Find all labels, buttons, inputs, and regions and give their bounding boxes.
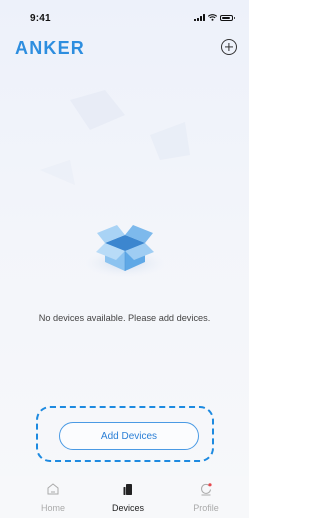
tab-devices-label: Devices [111, 503, 144, 513]
home-icon [47, 483, 59, 495]
tab-devices[interactable]: Devices [98, 476, 158, 518]
empty-state-message: No devices available. Please add devices… [38, 313, 211, 323]
anker-logo: ANKER [15, 38, 86, 58]
tab-home-label: Home [40, 503, 65, 513]
add-devices-button[interactable]: Add Devices [59, 422, 199, 450]
devices-screen: 9:41 ANKER No devices available. Please … [0, 0, 249, 518]
tab-profile[interactable]: Profile [176, 476, 236, 518]
tab-home[interactable]: Home [23, 476, 83, 518]
devices-icon [123, 484, 132, 495]
status-icons [194, 14, 235, 21]
tab-profile-label: Profile [193, 503, 219, 513]
signal-icon [194, 14, 205, 21]
battery-icon [220, 15, 235, 21]
profile-icon [201, 483, 212, 496]
notification-dot [208, 483, 212, 487]
status-time: 9:41 [30, 13, 51, 24]
status-bar: 9:41 [0, 0, 249, 32]
tab-bar: Home Devices Profile [0, 476, 249, 518]
wifi-icon [208, 14, 217, 21]
circle-plus-icon[interactable] [221, 39, 237, 55]
open-box-icon [85, 225, 165, 277]
